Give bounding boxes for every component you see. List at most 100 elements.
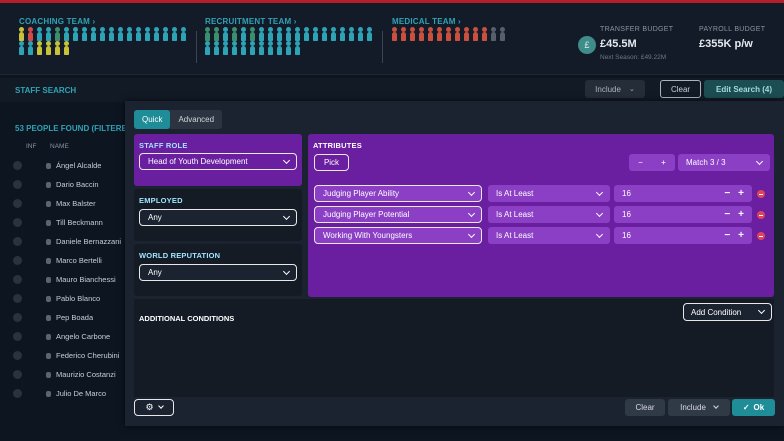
staff-figure-icon[interactable] xyxy=(446,27,451,41)
staff-figure-icon[interactable] xyxy=(55,41,60,55)
coaching-team-title[interactable]: COACHING TEAM › xyxy=(19,17,191,26)
list-item[interactable]: Mauro Bianchessi xyxy=(10,270,125,289)
staff-figure-icon[interactable] xyxy=(181,27,186,41)
staff-figure-icon[interactable] xyxy=(223,27,228,41)
list-item[interactable]: Marco Bertelli xyxy=(10,251,125,270)
staff-figure-icon[interactable] xyxy=(172,27,177,41)
staff-figure-icon[interactable] xyxy=(259,27,264,41)
staff-figure-icon[interactable] xyxy=(367,27,372,41)
clear-button[interactable]: Clear xyxy=(660,80,701,98)
staff-figure-icon[interactable] xyxy=(232,27,237,41)
staff-name[interactable]: Till Beckmann xyxy=(56,218,103,227)
list-item[interactable]: Max Balster xyxy=(10,194,125,213)
staff-name[interactable]: Daniele Bernazzani xyxy=(56,237,121,246)
ok-button[interactable]: ✓ Ok xyxy=(732,399,775,416)
staff-figure-icon[interactable] xyxy=(473,27,478,41)
staff-figure-icon[interactable] xyxy=(358,27,363,41)
modal-include-dropdown[interactable]: Include xyxy=(668,399,730,416)
staff-figure-icon[interactable] xyxy=(250,27,255,41)
list-item[interactable]: Julio De Marco xyxy=(10,384,125,403)
remove-condition-icon[interactable] xyxy=(757,232,765,240)
staff-figure-icon[interactable] xyxy=(482,27,487,41)
staff-figure-icon[interactable] xyxy=(55,27,60,41)
tab-quick[interactable]: Quick xyxy=(134,110,171,129)
staff-figure-icon[interactable] xyxy=(410,27,415,41)
coaching-team[interactable]: COACHING TEAM › xyxy=(19,17,191,55)
staff-figure-icon[interactable] xyxy=(205,27,210,41)
staff-figure-icon[interactable] xyxy=(428,27,433,41)
staff-name[interactable]: Federico Cherubini xyxy=(56,351,119,360)
employed-select[interactable]: Any xyxy=(139,209,297,226)
staff-figure-icon[interactable] xyxy=(154,27,159,41)
info-indicator[interactable] xyxy=(13,275,22,284)
info-indicator[interactable] xyxy=(13,389,22,398)
staff-figure-icon[interactable] xyxy=(145,27,150,41)
staff-figure-icon[interactable] xyxy=(250,41,255,55)
decrement-icon[interactable]: − xyxy=(724,230,730,241)
staff-figure-icon[interactable] xyxy=(28,27,33,41)
pick-button[interactable]: Pick xyxy=(314,154,349,171)
staff-figure-icon[interactable] xyxy=(340,27,345,41)
info-indicator[interactable] xyxy=(13,199,22,208)
staff-figure-icon[interactable] xyxy=(455,27,460,41)
staff-figure-icon[interactable] xyxy=(118,27,123,41)
staff-figure-icon[interactable] xyxy=(304,27,309,41)
staff-figure-icon[interactable] xyxy=(46,27,51,41)
col-inf[interactable]: INF xyxy=(26,143,36,150)
col-name[interactable]: NAME xyxy=(50,143,69,150)
attribute-select[interactable]: Judging Player Ability xyxy=(314,185,482,202)
staff-figure-icon[interactable] xyxy=(64,41,69,55)
edit-search-button[interactable]: Edit Search (4) xyxy=(704,80,784,98)
staff-figure-icon[interactable] xyxy=(91,27,96,41)
staff-name[interactable]: Dario Baccin xyxy=(56,180,99,189)
attribute-value-stepper[interactable]: 16 − + xyxy=(614,206,752,223)
attribute-value-stepper[interactable]: 16 − + xyxy=(614,227,752,244)
attribute-select[interactable]: Judging Player Potential xyxy=(314,206,482,223)
staff-figure-icon[interactable] xyxy=(28,41,33,55)
info-indicator[interactable] xyxy=(13,256,22,265)
remove-condition-icon[interactable] xyxy=(757,190,765,198)
settings-dropdown[interactable]: ⚙ xyxy=(134,399,174,416)
staff-figure-icon[interactable] xyxy=(136,27,141,41)
recruitment-team[interactable]: RECRUITMENT TEAM › xyxy=(205,17,377,55)
attribute-select[interactable]: Working With Youngsters xyxy=(314,227,482,244)
staff-figure-icon[interactable] xyxy=(64,27,69,41)
staff-figure-icon[interactable] xyxy=(500,27,505,41)
staff-figure-icon[interactable] xyxy=(241,41,246,55)
staff-figure-icon[interactable] xyxy=(214,27,219,41)
info-indicator[interactable] xyxy=(13,237,22,246)
staff-name[interactable]: Angelo Carbone xyxy=(56,332,110,341)
increment-icon[interactable]: + xyxy=(738,188,744,199)
match-stepper[interactable]: − + xyxy=(629,154,675,171)
staff-figure-icon[interactable] xyxy=(419,27,424,41)
staff-figure-icon[interactable] xyxy=(491,27,496,41)
decrement-icon[interactable]: − xyxy=(638,158,643,167)
staff-figure-icon[interactable] xyxy=(73,27,78,41)
staff-figure-icon[interactable] xyxy=(331,27,336,41)
staff-figure-icon[interactable] xyxy=(214,41,219,55)
decrement-icon[interactable]: − xyxy=(724,209,730,220)
staff-figure-icon[interactable] xyxy=(19,27,24,41)
staff-figure-icon[interactable] xyxy=(392,27,397,41)
decrement-icon[interactable]: − xyxy=(724,188,730,199)
staff-figure-icon[interactable] xyxy=(259,41,264,55)
increment-icon[interactable]: + xyxy=(738,230,744,241)
staff-figure-icon[interactable] xyxy=(223,41,228,55)
staff-figure-icon[interactable] xyxy=(241,27,246,41)
info-indicator[interactable] xyxy=(13,351,22,360)
info-indicator[interactable] xyxy=(13,294,22,303)
increment-icon[interactable]: + xyxy=(661,158,666,167)
info-indicator[interactable] xyxy=(13,313,22,322)
staff-figure-icon[interactable] xyxy=(82,27,87,41)
staff-figure-icon[interactable] xyxy=(295,27,300,41)
staff-figure-icon[interactable] xyxy=(268,41,273,55)
staff-figure-icon[interactable] xyxy=(46,41,51,55)
remove-condition-icon[interactable] xyxy=(757,211,765,219)
staff-figure-icon[interactable] xyxy=(205,41,210,55)
staff-figure-icon[interactable] xyxy=(349,27,354,41)
staff-name[interactable]: Max Balster xyxy=(56,199,96,208)
list-item[interactable]: Daniele Bernazzani xyxy=(10,232,125,251)
info-indicator[interactable] xyxy=(13,332,22,341)
list-item[interactable]: Dario Baccin xyxy=(10,175,125,194)
info-indicator[interactable] xyxy=(13,180,22,189)
